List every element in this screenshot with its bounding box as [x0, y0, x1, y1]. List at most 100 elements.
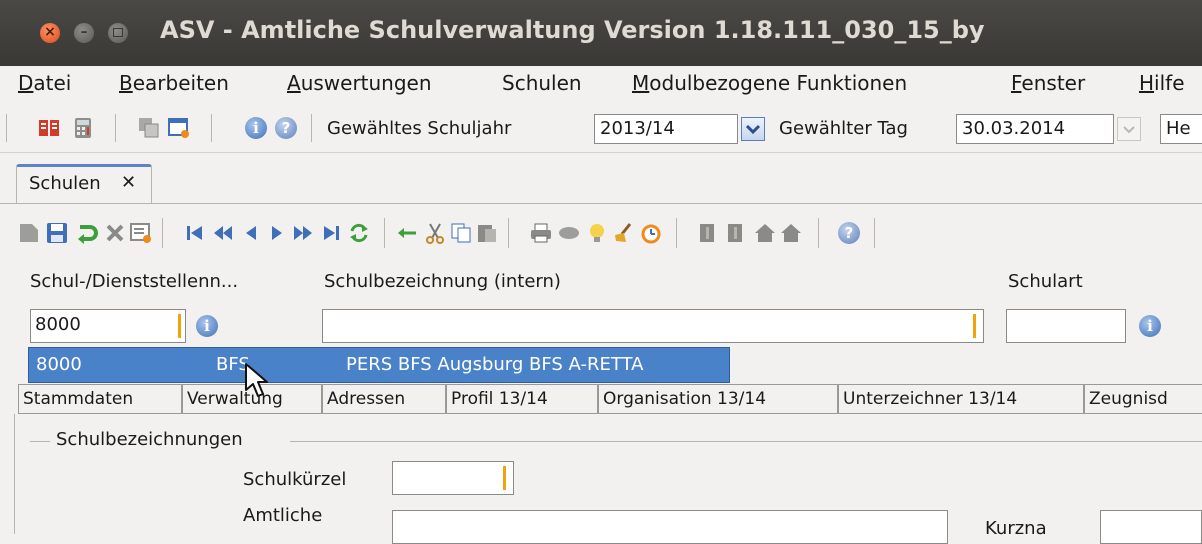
subtab-stammdaten[interactable]: Stammdaten	[18, 384, 182, 414]
fast-back-icon[interactable]	[212, 222, 234, 244]
help-icon[interactable]: ?	[275, 117, 297, 139]
chevron-down-icon	[745, 124, 761, 135]
option-number: 8000	[36, 354, 82, 375]
book-icon[interactable]	[38, 117, 60, 139]
schulart-label: Schulart	[1008, 271, 1083, 292]
new-record-icon[interactable]	[18, 222, 40, 244]
chevron-down-icon	[1123, 126, 1135, 134]
alarm-clock-icon[interactable]	[640, 222, 662, 244]
info-icon[interactable]: i	[1139, 315, 1161, 337]
toolbar-separator	[162, 218, 163, 248]
toolbar-separator	[874, 218, 875, 248]
info-icon[interactable]: i	[196, 315, 218, 337]
help-icon[interactable]: ?	[838, 222, 860, 244]
tag-dropdown-button[interactable]	[1117, 117, 1141, 141]
text-caret	[973, 314, 976, 338]
toolbar-separator	[818, 218, 819, 248]
next-record-icon[interactable]	[266, 222, 288, 244]
kurzname-label: Kurzna	[985, 518, 1047, 539]
window-title: ASV - Amtliche Schulverwaltung Version 1…	[160, 16, 985, 44]
section-title: Schulbezeichnungen	[56, 429, 243, 450]
extra-field[interactable]: He	[1160, 114, 1202, 144]
section-rule	[290, 441, 1202, 442]
refresh-icon[interactable]	[348, 222, 370, 244]
last-record-icon[interactable]	[320, 222, 342, 244]
document-stack-2-icon[interactable]	[726, 222, 748, 244]
autocomplete-dropdown: 8000 BFS PERS BFS Augsburg BFS A-RETTA	[28, 347, 730, 383]
menu-auswertungen[interactable]: Auswertungen	[287, 71, 432, 95]
text-caret	[178, 314, 181, 338]
save-icon[interactable]	[46, 222, 68, 244]
home-icon[interactable]	[754, 222, 776, 244]
menu-datei[interactable]: Datei	[18, 71, 71, 95]
maximize-window-button[interactable]	[108, 23, 128, 43]
schulnr-input[interactable]: 8000	[30, 309, 186, 343]
schulkuerzel-label: Schulkürzel	[243, 469, 347, 490]
tag-label: Gewählter Tag	[779, 118, 908, 139]
schulkuerzel-input[interactable]	[392, 461, 514, 495]
subtab-adressen[interactable]: Adressen	[322, 384, 446, 414]
tab-schulen[interactable]: Schulen ✕	[16, 164, 152, 204]
tab-label: Schulen	[29, 173, 101, 194]
close-tab-icon[interactable]: ✕	[121, 172, 136, 193]
fast-forward-icon[interactable]	[292, 222, 314, 244]
toolbar-separator	[508, 218, 509, 248]
toolbar-separator	[211, 114, 212, 142]
lightbulb-icon[interactable]	[586, 222, 608, 244]
undo-icon[interactable]	[76, 222, 98, 244]
close-window-button[interactable]: ×	[40, 23, 60, 43]
copy-icon[interactable]	[450, 222, 472, 244]
minimize-window-button[interactable]: –	[74, 23, 94, 43]
schuljahr-combobox[interactable]: 2013/14	[594, 114, 738, 144]
previous-record-icon[interactable]	[240, 222, 262, 244]
amtliche-input[interactable]	[392, 510, 948, 544]
cut-icon[interactable]	[424, 222, 446, 244]
menu-hilfe[interactable]: Hilfe	[1139, 71, 1185, 95]
maximize-icon	[113, 28, 123, 37]
schuljahr-dropdown-button[interactable]	[741, 117, 765, 141]
broom-icon[interactable]	[612, 222, 634, 244]
toolbar-separator	[115, 114, 116, 142]
subtab-profil[interactable]: Profil 13/14	[446, 384, 598, 414]
info-icon[interactable]: i	[245, 117, 267, 139]
menu-schulen[interactable]: Schulen	[502, 71, 582, 95]
kurzname-input[interactable]	[1100, 510, 1202, 544]
delete-icon[interactable]	[104, 222, 126, 244]
menu-bearbeiten[interactable]: Bearbeiten	[119, 71, 229, 95]
tabstrip-bottom-border	[0, 203, 1202, 204]
form-icon[interactable]	[130, 222, 152, 244]
text-caret	[503, 466, 506, 490]
toolbar-separator	[384, 218, 385, 248]
autocomplete-option[interactable]: 8000 BFS PERS BFS Augsburg BFS A-RETTA	[30, 349, 728, 381]
calculator-icon[interactable]	[72, 117, 94, 139]
tag-date-field[interactable]: 30.03.2014	[956, 114, 1114, 144]
window-titlebar: × – ASV - Amtliche Schulverwaltung Versi…	[0, 0, 1202, 66]
first-record-icon[interactable]	[184, 222, 206, 244]
toolbar-handle	[6, 114, 7, 142]
mouse-pointer-icon	[244, 362, 272, 400]
subtab-unterzeichner[interactable]: Unterzeichner 13/14	[838, 384, 1084, 414]
subtab-zeugnis[interactable]: Zeugnisd	[1084, 384, 1202, 414]
home-2-icon[interactable]	[780, 222, 802, 244]
subtab-organisation[interactable]: Organisation 13/14	[598, 384, 838, 414]
schulbezeichnung-input[interactable]	[322, 309, 984, 343]
document-stack-icon[interactable]	[698, 222, 720, 244]
schulbezeichnung-label: Schulbezeichnung (intern)	[324, 271, 561, 292]
menu-fenster[interactable]: Fenster	[1011, 71, 1085, 95]
schuljahr-label: Gewähltes Schuljahr	[327, 118, 512, 139]
print-icon[interactable]	[530, 222, 552, 244]
toolbar-separator	[311, 114, 312, 142]
menu-modulbezogene-funktionen[interactable]: Modulbezogene Funktionen	[632, 71, 907, 95]
schulnr-label: Schul-/Dienststellenn...	[30, 271, 239, 292]
paste-icon[interactable]	[476, 222, 498, 244]
schulart-input[interactable]	[1006, 309, 1126, 343]
toolbar-separator	[676, 218, 677, 248]
section-rule	[30, 441, 50, 442]
new-window-icon[interactable]	[168, 117, 190, 139]
copy-window-icon[interactable]	[138, 117, 160, 139]
back-arrow-icon[interactable]	[396, 222, 418, 244]
amtliche-label: Amtliche	[243, 505, 323, 526]
tabstrip-top-border	[0, 152, 1202, 153]
preview-icon[interactable]	[558, 222, 580, 244]
option-name: PERS BFS Augsburg BFS A-RETTA	[346, 354, 644, 375]
